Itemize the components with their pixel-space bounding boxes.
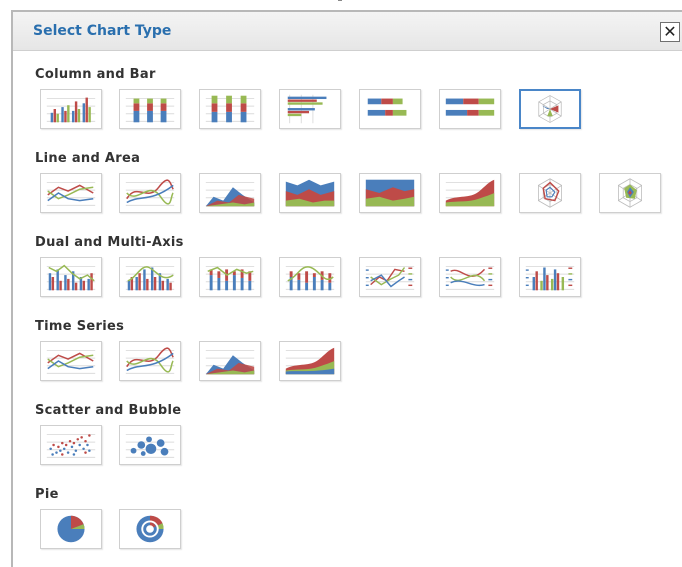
multi-axis-line-icon[interactable] [359,257,421,297]
column-spline-icon[interactable] [119,257,181,297]
radar-column-icon[interactable] [519,89,581,129]
bubble-icon[interactable] [119,425,181,465]
timeseries-area-icon[interactable] [199,341,261,381]
donut-icon[interactable] [119,509,181,549]
section-title-dual-and-multi-axis: Dual and Multi-Axis [35,235,184,250]
timeseries-line-icon[interactable] [40,341,102,381]
spline-icon[interactable] [119,173,181,213]
column-stacked-icon[interactable] [119,89,181,129]
area-stacked-100-icon[interactable] [359,173,421,213]
column-line-icon[interactable] [40,257,102,297]
select-chart-type-dialog: Select Chart Type ✕ Column and Bar Line … [11,10,682,567]
dialog-title: Select Chart Type [33,23,172,39]
stacked-column-line-icon[interactable] [199,257,261,297]
dialog-titlebar: Select Chart Type ✕ [13,12,682,51]
column-clustered-icon[interactable] [40,89,102,129]
radar-line-icon[interactable] [519,173,581,213]
section-title-scatter-and-bubble: Scatter and Bubble [35,403,182,418]
timeseries-area-spline-icon[interactable] [279,341,341,381]
radar-area-icon[interactable] [599,173,661,213]
line-icon[interactable] [40,173,102,213]
timeseries-spline-icon[interactable] [119,341,181,381]
scatter-icon[interactable] [40,425,102,465]
stacked-column-spline-icon[interactable] [279,257,341,297]
bar-stacked-icon[interactable] [359,89,421,129]
area-icon[interactable] [199,173,261,213]
multi-axis-column-icon[interactable] [519,257,581,297]
pie-icon[interactable] [40,509,102,549]
bar-clustered-icon[interactable] [279,89,341,129]
area-spline-icon[interactable] [439,173,501,213]
column-stacked-100-icon[interactable] [199,89,261,129]
section-title-pie: Pie [35,487,59,502]
area-stacked-icon[interactable] [279,173,341,213]
top-edge-mark [338,0,342,1]
section-title-column-and-bar: Column and Bar [35,67,156,82]
section-title-time-series: Time Series [35,319,125,334]
bar-stacked-100-icon[interactable] [439,89,501,129]
close-icon[interactable]: ✕ [660,22,680,42]
section-title-line-and-area: Line and Area [35,151,141,166]
multi-axis-spline-icon[interactable] [439,257,501,297]
